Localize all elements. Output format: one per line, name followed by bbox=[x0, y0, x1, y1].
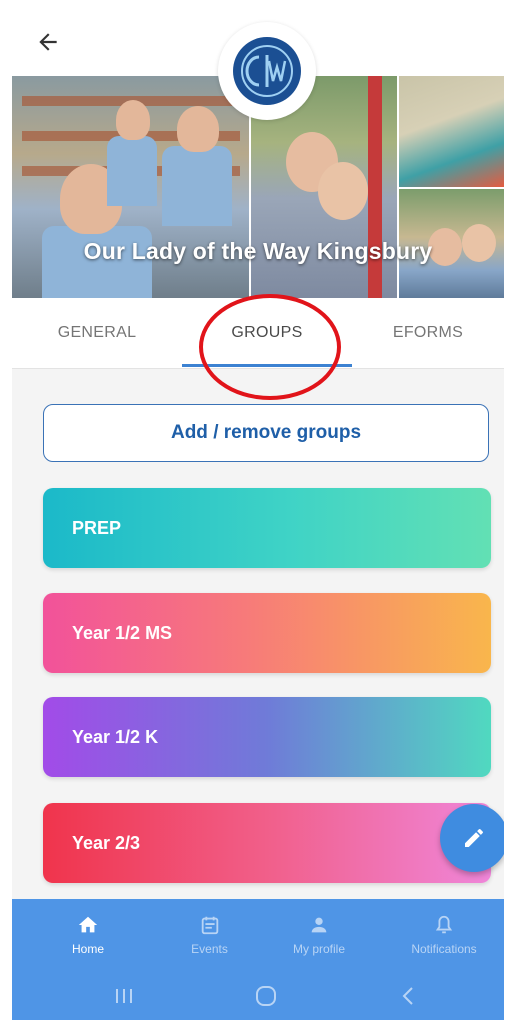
group-label: Year 1/2 MS bbox=[72, 622, 173, 643]
tab-groups[interactable]: GROUPS bbox=[182, 298, 352, 368]
nav-notifications[interactable]: Notifications bbox=[384, 899, 504, 971]
group-label: Year 1/2 K bbox=[72, 726, 159, 747]
add-remove-groups-button[interactable]: Add / remove groups bbox=[43, 404, 489, 462]
group-card-prep[interactable]: PREP bbox=[43, 488, 491, 568]
recents-icon bbox=[116, 988, 132, 1003]
group-label: PREP bbox=[72, 517, 122, 538]
calendar-icon bbox=[201, 916, 218, 935]
home-icon bbox=[78, 916, 98, 933]
system-navigation-bar bbox=[12, 971, 504, 1020]
arrow-left-icon bbox=[39, 33, 57, 51]
chevron-left-icon bbox=[402, 986, 413, 1005]
tab-eforms[interactable]: EFORMS bbox=[352, 298, 504, 368]
group-card-year-1-2-ms[interactable]: Year 1/2 MS bbox=[43, 593, 491, 673]
group-label: Year 2/3 bbox=[72, 832, 141, 853]
banner-photo-beanbags bbox=[398, 76, 504, 188]
active-tab-indicator bbox=[182, 364, 352, 367]
bell-icon bbox=[435, 915, 453, 934]
school-crest-icon bbox=[233, 37, 301, 105]
bottom-nav: Home Events My profile Notifications bbox=[12, 899, 504, 971]
nav-label: My profile bbox=[292, 942, 345, 956]
nav-label: Home bbox=[71, 942, 104, 956]
school-name: Our Lady of the Way Kingsbury bbox=[83, 238, 433, 264]
system-recents-button[interactable] bbox=[84, 971, 164, 1020]
home-circle-icon bbox=[256, 985, 276, 1006]
back-button[interactable] bbox=[30, 24, 66, 60]
nav-my-profile[interactable]: My profile bbox=[258, 899, 380, 971]
system-back-button[interactable] bbox=[368, 971, 448, 1020]
tab-general[interactable]: GENERAL bbox=[12, 298, 182, 368]
system-home-button[interactable] bbox=[226, 971, 306, 1020]
pencil-icon bbox=[465, 828, 483, 847]
group-card-year-1-2-k[interactable]: Year 1/2 K bbox=[43, 697, 491, 777]
person-icon bbox=[311, 917, 327, 933]
app-screen: Our Lady of the Way Kingsbury GENERAL GR… bbox=[12, 10, 504, 1020]
group-card-year-2-3[interactable]: Year 2/3 bbox=[43, 803, 491, 883]
nav-label: Notifications bbox=[411, 942, 477, 956]
school-logo bbox=[218, 22, 316, 120]
nav-label: Events bbox=[191, 942, 228, 956]
nav-events[interactable]: Events bbox=[148, 899, 271, 971]
nav-home[interactable]: Home bbox=[28, 899, 148, 971]
edit-fab-button[interactable] bbox=[440, 804, 504, 872]
groups-content: Add / remove groups PREP Year 1/2 MS Yea… bbox=[12, 369, 504, 899]
tab-bar: GENERAL GROUPS EFORMS bbox=[12, 298, 504, 369]
